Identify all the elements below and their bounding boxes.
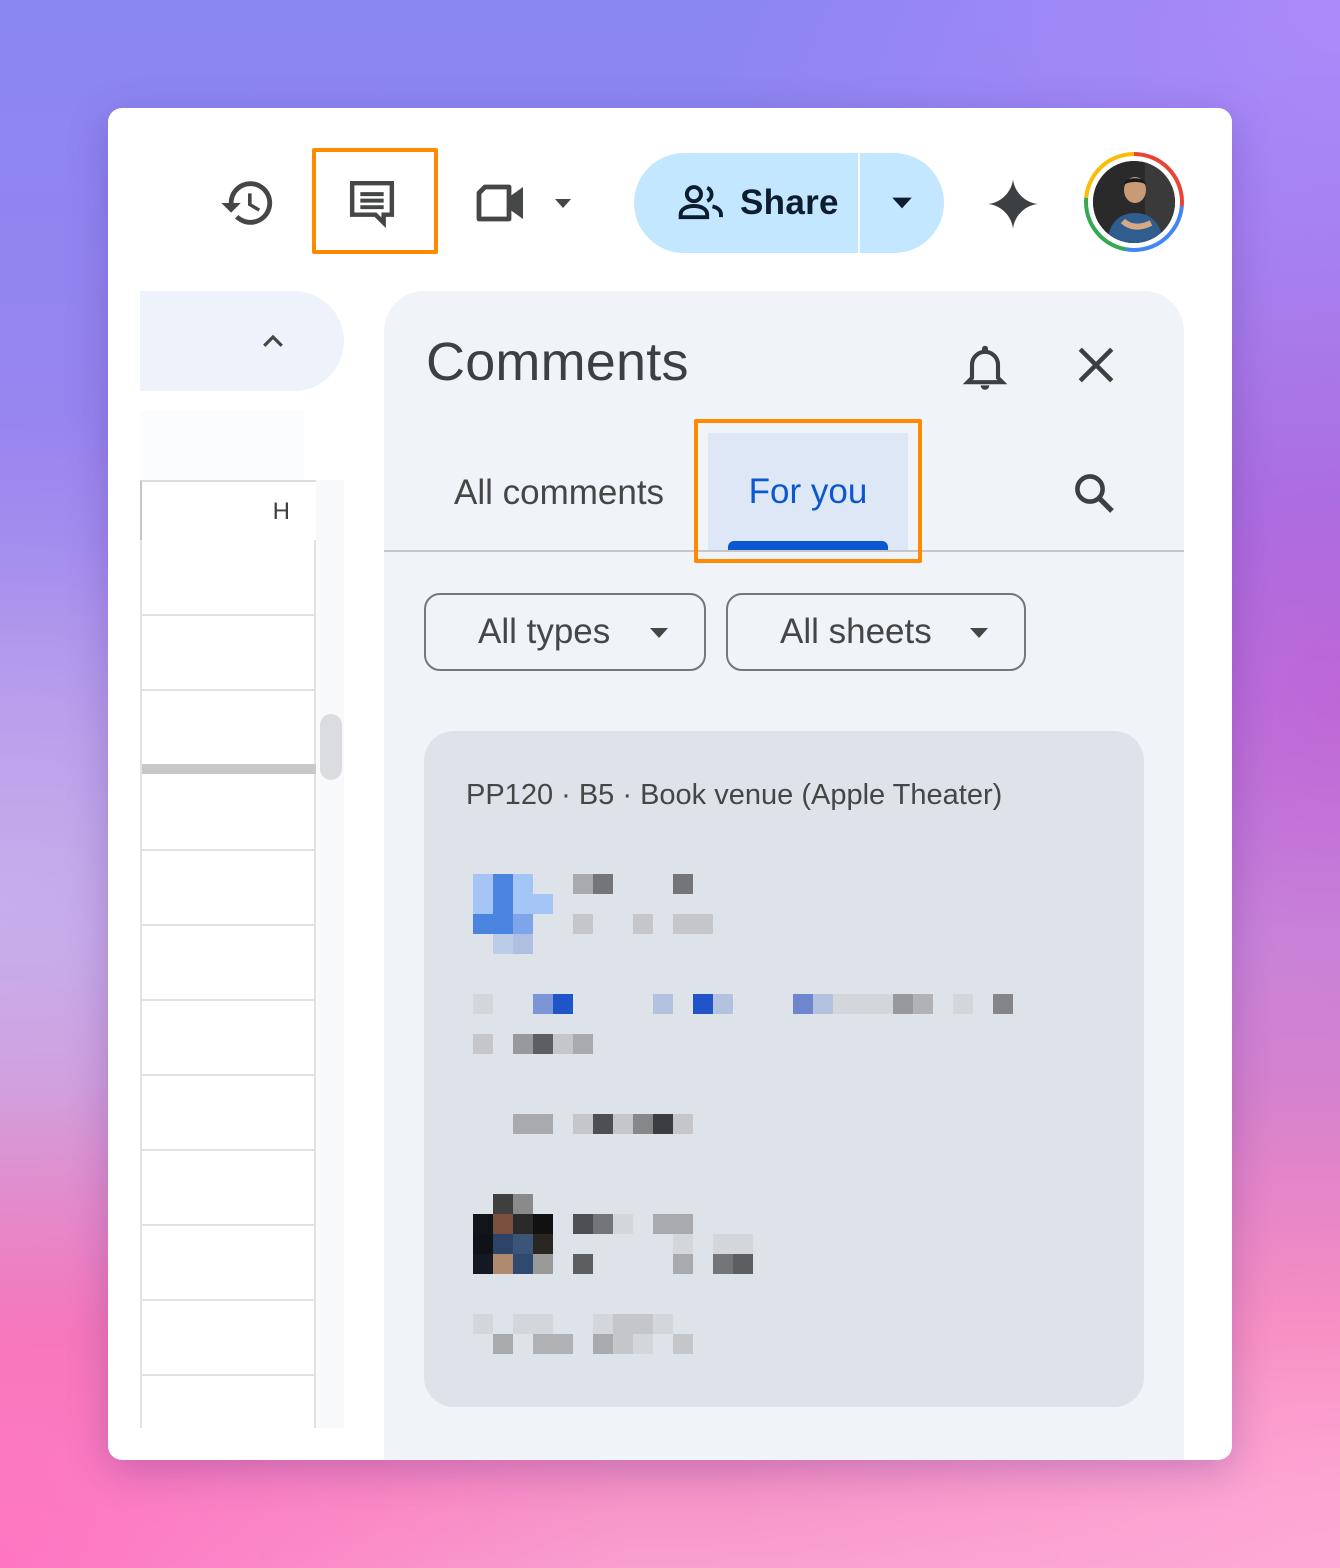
gemini-spark-icon xyxy=(988,179,1038,229)
close-panel-button[interactable] xyxy=(1064,333,1128,397)
tab-all-comments[interactable]: All comments xyxy=(454,453,664,533)
gemini-button[interactable] xyxy=(978,172,1048,236)
version-history-button[interactable] xyxy=(208,168,288,238)
filter-types-label: All types xyxy=(478,612,611,651)
filter-sheets-dropdown[interactable]: All sheets xyxy=(726,593,1026,671)
panel-title: Comments xyxy=(426,332,689,392)
chevron-down-icon xyxy=(892,197,912,209)
chevron-down-icon xyxy=(650,628,668,638)
account-avatar-button[interactable] xyxy=(1084,152,1184,252)
comments-panel: Comments All comments For you All types xyxy=(384,291,1184,1460)
share-button-group: Share xyxy=(634,153,944,253)
vertical-scrollbar[interactable] xyxy=(316,480,344,1428)
chevron-up-icon xyxy=(263,334,283,347)
search-comments-button[interactable] xyxy=(1064,463,1124,523)
avatar xyxy=(1093,161,1175,243)
search-icon xyxy=(1075,474,1114,513)
comment-thread-card[interactable]: PP120 · B5 · Book venue (Apple Theater) xyxy=(424,731,1144,1407)
column-header[interactable]: H xyxy=(140,480,316,542)
chevron-down-icon xyxy=(970,628,988,638)
scrollbar-thumb[interactable] xyxy=(320,714,342,780)
formula-bar-area xyxy=(140,410,304,480)
comments-button-highlight xyxy=(312,148,438,254)
chevron-down-icon xyxy=(555,199,571,208)
filter-sheets-label: All sheets xyxy=(780,612,932,651)
share-label: Share xyxy=(740,183,839,222)
history-icon xyxy=(221,181,273,225)
share-button[interactable]: Share xyxy=(634,153,858,253)
sheet-grid[interactable] xyxy=(140,540,318,1428)
share-people-icon xyxy=(678,185,723,220)
for-you-tab-highlight xyxy=(694,419,922,563)
avatar-photo-icon xyxy=(1093,161,1175,243)
meet-button[interactable] xyxy=(470,172,580,234)
notifications-button[interactable] xyxy=(952,331,1018,403)
column-header-label: H xyxy=(272,498,290,525)
close-icon xyxy=(1078,347,1114,383)
bell-icon xyxy=(962,345,1008,390)
filter-types-dropdown[interactable]: All types xyxy=(424,593,706,671)
share-options-button[interactable] xyxy=(860,153,944,253)
app-window: Share H Comments All comments For you Al… xyxy=(108,108,1232,1460)
share-divider xyxy=(858,153,860,253)
meet-video-icon xyxy=(476,184,523,222)
thread-context: PP120 · B5 · Book venue (Apple Theater) xyxy=(466,779,1003,811)
collapse-toolbar-button[interactable] xyxy=(140,291,344,391)
